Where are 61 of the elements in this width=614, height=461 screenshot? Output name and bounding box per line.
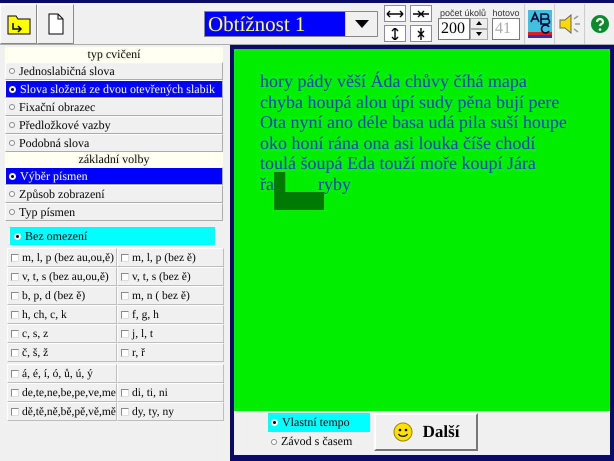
task-count-label: počet úkolů [440, 8, 486, 18]
checkbox-option[interactable]: b, p, d (bez ě) [7, 286, 117, 305]
checkbox-option[interactable]: v, t, s (bez ě) [117, 267, 224, 286]
radio-option[interactable]: Podobná slova [5, 134, 223, 152]
open-folder-button[interactable] [0, 4, 37, 44]
radio-option[interactable]: Výběr písmen [5, 167, 223, 185]
smiley-icon [392, 422, 413, 442]
checkbox-option[interactable]: di, ti, ni [117, 383, 224, 402]
group-heading: typ cvičení [5, 47, 223, 62]
shrink-horizontal-icon [412, 8, 430, 20]
reading-text-word: ryby [318, 174, 351, 194]
task-count-field[interactable]: 200 [438, 18, 470, 40]
widen-button[interactable] [384, 5, 406, 22]
checkbox-option[interactable]: dě,tě,ně,bě,pě,vě,mě [7, 402, 117, 421]
reading-text-line: oko honí rána ona asi louka číše chodí [260, 132, 536, 153]
reading-text-line: toulá šoupá Eda touží moře koupí Jára [260, 153, 537, 174]
checkbox-option[interactable]: v, t, s (bez au,ou,ě) [7, 267, 117, 286]
spin-up-button[interactable] [470, 18, 488, 28]
checkbox-option[interactable]: r, ř [117, 343, 224, 362]
folder-icon [6, 12, 30, 34]
radio-option[interactable]: Předložkové vazby [5, 116, 223, 134]
checkbox-option[interactable]: c, s, z [7, 324, 117, 343]
increase-height-button[interactable] [384, 25, 406, 42]
reading-text-line: chyba houpá alou úpí sudy pěna bují pere [260, 92, 560, 112]
radio-option[interactable]: Typ písmen [5, 203, 223, 221]
radio-option[interactable]: Fixační obrazec [5, 98, 223, 116]
checkbox-option[interactable]: f, g, h [117, 305, 224, 324]
group-heading: základní volby [5, 152, 223, 167]
radio-option[interactable]: Slova složená ze dvou otevřených slabik [5, 80, 223, 98]
narrow-button[interactable] [410, 5, 432, 22]
new-document-button[interactable] [37, 4, 74, 44]
radio-option[interactable]: Způsob zobrazení [5, 185, 223, 203]
reading-text-word: řa [260, 174, 274, 194]
difficulty-dropdown[interactable]: Obtížnost 1 [204, 10, 378, 36]
done-label: hotovo [492, 8, 520, 18]
alphabet-button[interactable] [524, 4, 554, 44]
expand-horizontal-icon [386, 8, 404, 20]
checkbox-option[interactable]: č, š, ž [7, 343, 117, 362]
checkbox-option[interactable]: m, l, p (bez ě) [117, 248, 224, 267]
checkbox-option[interactable]: á, é, í, ó, ů, ú, ý [7, 364, 117, 383]
radio-option[interactable]: Vlastní tempo [268, 413, 370, 432]
speaker-icon [558, 12, 582, 34]
next-button[interactable]: Další [374, 413, 478, 451]
dropdown-arrow-icon [354, 20, 368, 28]
checkbox-option[interactable]: m, n ( bez ě) [117, 286, 224, 305]
spin-down-button[interactable] [470, 28, 488, 40]
checkbox-option[interactable]: de,te,ne,be,pe,ve,me [7, 383, 117, 402]
reading-text-line: Ota nyní ano déle basa udá pila suší houpe [260, 112, 568, 132]
radio-option[interactable]: Bez omezení [10, 227, 215, 245]
checkbox-option[interactable]: dy, ty, ny [117, 402, 224, 421]
alphabet-blocks-icon [528, 10, 552, 38]
reading-text-line: hory pády věší Áda chůvy číhá mapa [260, 71, 528, 92]
down-arrow-icon [476, 32, 482, 36]
up-arrow-icon [476, 21, 482, 25]
checkbox-option[interactable]: m, l, p (bez au,ou,ě) [7, 248, 117, 267]
decrease-height-button[interactable] [410, 25, 432, 42]
document-icon [48, 12, 64, 34]
radio-option[interactable]: Jednoslabičná slova [5, 62, 223, 80]
checkbox-option[interactable]: j, l, t [117, 324, 224, 343]
checkbox-option[interactable]: h, ch, c, k [7, 305, 117, 324]
help-icon [590, 14, 610, 34]
